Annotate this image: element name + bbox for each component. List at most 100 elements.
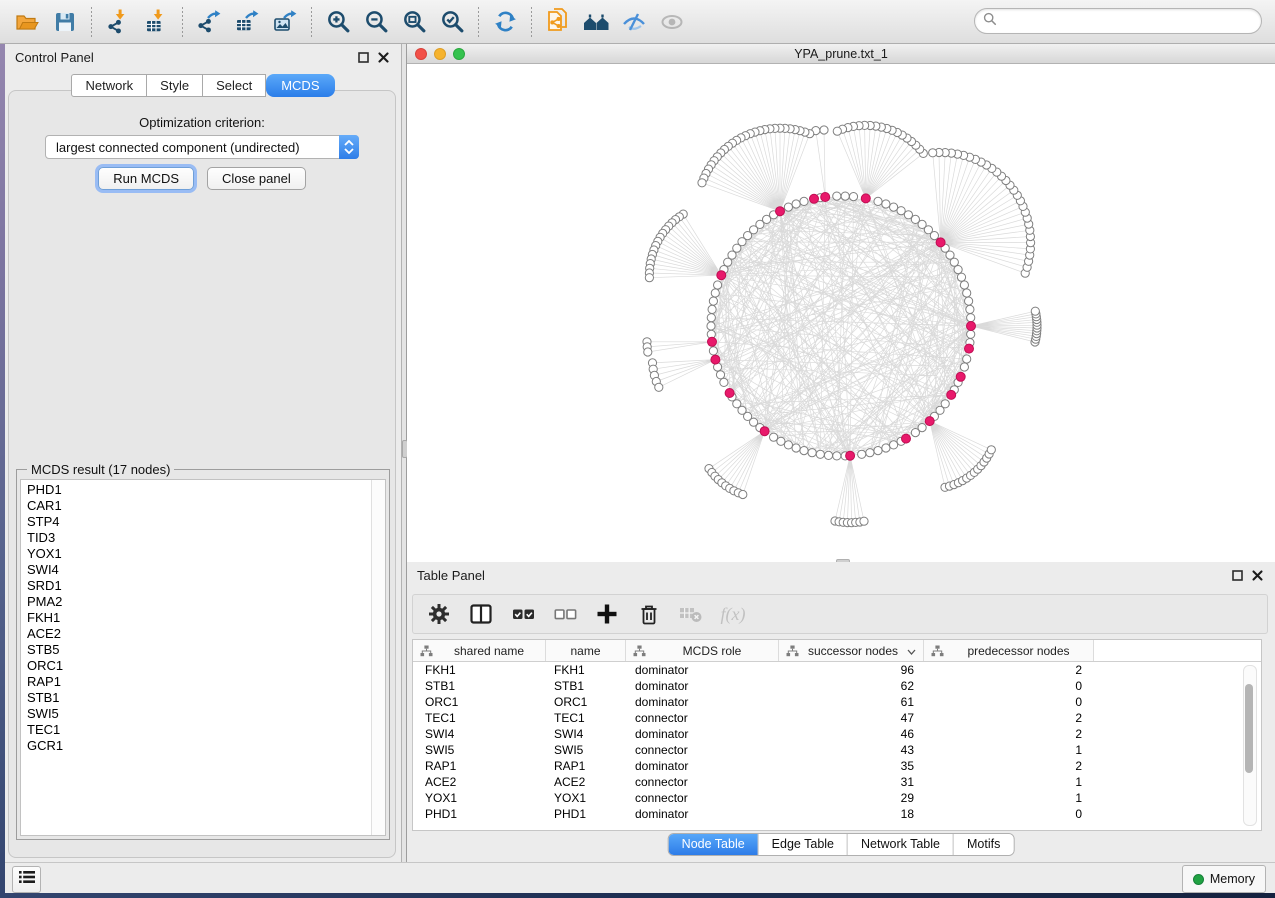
tab-node-table[interactable]: Node Table — [669, 834, 759, 855]
ring-node[interactable] — [784, 203, 792, 211]
mcds-hub-node[interactable] — [708, 337, 717, 346]
search-input[interactable] — [1002, 10, 1261, 32]
float-table-panel-icon[interactable] — [1232, 570, 1243, 581]
float-panel-icon[interactable] — [358, 52, 369, 63]
mcds-result-list[interactable]: PHD1CAR1STP4TID3YOX1SWI4SRD1PMA2FKH1ACE2… — [20, 479, 386, 836]
open-file-icon[interactable] — [8, 4, 46, 40]
ring-node[interactable] — [711, 289, 719, 297]
mcds-result-node[interactable]: SWI4 — [21, 562, 385, 578]
column-header-successor-nodes[interactable]: successor nodes — [779, 640, 924, 661]
ring-node[interactable] — [965, 297, 973, 305]
ring-node[interactable] — [716, 371, 724, 379]
column-header-predecessor-nodes[interactable]: predecessor nodes — [924, 640, 1094, 661]
table-settings-icon[interactable] — [425, 600, 453, 628]
zoom-fit-icon[interactable] — [395, 4, 433, 40]
add-icon[interactable] — [593, 600, 621, 628]
ring-node[interactable] — [954, 266, 962, 274]
ring-node[interactable] — [967, 330, 975, 338]
leaf-node[interactable] — [1031, 307, 1039, 315]
mcds-result-node[interactable]: GCR1 — [21, 738, 385, 754]
table-row[interactable]: RAP1RAP1dominator352 — [413, 758, 1261, 774]
mcds-result-node[interactable]: RAP1 — [21, 674, 385, 690]
table-scrollbar-thumb[interactable] — [1245, 684, 1253, 773]
ring-node[interactable] — [707, 322, 715, 330]
mcds-result-node[interactable]: CAR1 — [21, 498, 385, 514]
ring-node[interactable] — [918, 424, 926, 432]
zoom-in-icon[interactable] — [319, 4, 357, 40]
leaf-node[interactable] — [739, 490, 747, 498]
tab-edge-table[interactable]: Edge Table — [759, 834, 848, 855]
mcds-hub-node[interactable] — [936, 238, 945, 247]
mcds-result-node[interactable]: STP4 — [21, 514, 385, 530]
column-header-shared-name[interactable]: shared name — [413, 640, 546, 661]
tab-mcds[interactable]: MCDS — [266, 74, 334, 97]
ring-node[interactable] — [882, 200, 890, 208]
network-canvas[interactable] — [407, 64, 1275, 562]
ring-node[interactable] — [784, 441, 792, 449]
panel-menu-button[interactable] — [12, 866, 41, 893]
table-row[interactable]: ACE2ACE2connector311 — [413, 774, 1261, 790]
mcds-hub-node[interactable] — [956, 372, 965, 381]
ring-node[interactable] — [833, 192, 841, 200]
ring-node[interactable] — [792, 444, 800, 452]
delete-icon[interactable] — [635, 600, 663, 628]
mcds-hub-node[interactable] — [967, 322, 976, 331]
ring-node[interactable] — [866, 449, 874, 457]
table-row[interactable]: ORC1ORC1dominator610 — [413, 694, 1261, 710]
run-mcds-button[interactable]: Run MCDS — [98, 167, 194, 190]
import-table-icon[interactable] — [137, 4, 175, 40]
ring-node[interactable] — [808, 449, 816, 457]
mcds-hub-node[interactable] — [760, 427, 769, 436]
leaf-node[interactable] — [698, 179, 706, 187]
leaf-node[interactable] — [655, 383, 663, 391]
ring-node[interactable] — [816, 450, 824, 458]
ring-node[interactable] — [897, 207, 905, 215]
ring-node[interactable] — [957, 273, 965, 281]
mcds-result-node[interactable]: PMA2 — [21, 594, 385, 610]
mcds-result-node[interactable]: FKH1 — [21, 610, 385, 626]
select-all-rows-icon[interactable] — [509, 600, 537, 628]
ring-node[interactable] — [824, 451, 832, 459]
ring-node[interactable] — [849, 193, 857, 201]
mcds-result-node[interactable]: SWI5 — [21, 706, 385, 722]
export-image-icon[interactable] — [266, 4, 304, 40]
mcds-hub-node[interactable] — [947, 390, 956, 399]
leaf-node[interactable] — [645, 274, 653, 282]
ring-node[interactable] — [874, 447, 882, 455]
ring-node[interactable] — [708, 305, 716, 313]
ring-node[interactable] — [890, 441, 898, 449]
ring-node[interactable] — [707, 314, 715, 322]
mcds-result-node[interactable]: TID3 — [21, 530, 385, 546]
tab-motifs[interactable]: Motifs — [954, 834, 1013, 855]
zoom-selected-icon[interactable] — [433, 4, 471, 40]
search-box[interactable] — [974, 8, 1262, 34]
ring-node[interactable] — [724, 258, 732, 266]
mcds-result-node[interactable]: ORC1 — [21, 658, 385, 674]
mcds-result-node[interactable]: PHD1 — [21, 482, 385, 498]
table-row[interactable]: SWI5SWI5connector431 — [413, 742, 1261, 758]
leaf-node[interactable] — [860, 517, 868, 525]
deselect-all-rows-icon[interactable] — [551, 600, 579, 628]
mcds-hub-node[interactable] — [821, 193, 830, 202]
mcds-result-node[interactable]: SRD1 — [21, 578, 385, 594]
leaf-node[interactable] — [929, 149, 937, 157]
ring-node[interactable] — [967, 314, 975, 322]
mcds-result-node[interactable]: TEC1 — [21, 722, 385, 738]
table-row[interactable]: YOX1YOX1connector291 — [413, 790, 1261, 806]
ring-node[interactable] — [963, 355, 971, 363]
close-panel-button[interactable]: Close panel — [207, 167, 306, 190]
leaf-node[interactable] — [820, 126, 828, 134]
hide-eye-icon[interactable] — [615, 4, 653, 40]
mcds-result-node[interactable]: YOX1 — [21, 546, 385, 562]
tab-network-table[interactable]: Network Table — [848, 834, 954, 855]
export-network-icon[interactable] — [190, 4, 228, 40]
ring-node[interactable] — [709, 347, 717, 355]
mcds-hub-node[interactable] — [902, 434, 911, 443]
mcds-hub-node[interactable] — [776, 207, 785, 216]
share-document-icon[interactable] — [539, 4, 577, 40]
tab-select[interactable]: Select — [203, 74, 266, 97]
mcds-result-node[interactable]: ACE2 — [21, 626, 385, 642]
close-panel-icon[interactable] — [378, 52, 389, 63]
column-header-MCDS-role[interactable]: MCDS role — [626, 640, 779, 661]
ring-node[interactable] — [858, 450, 866, 458]
